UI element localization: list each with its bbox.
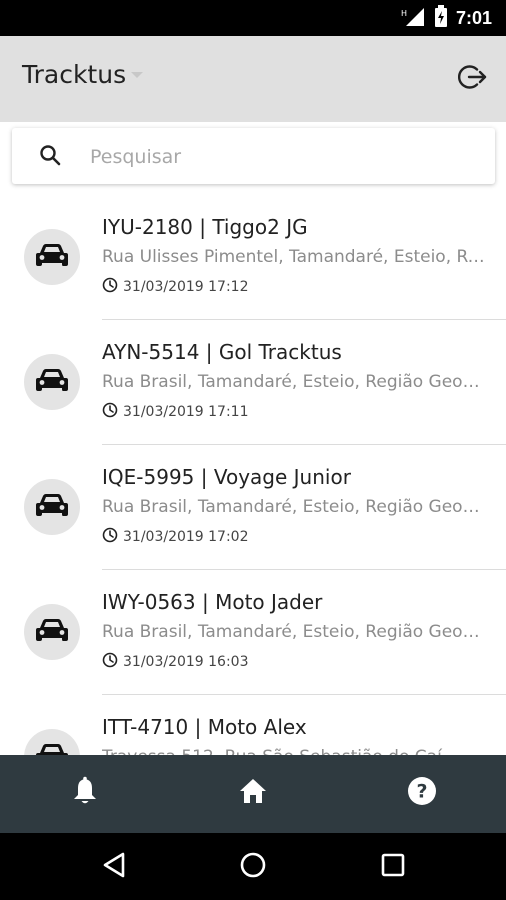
vehicle-address: Rua Brasil, Tamandaré, Esteio, Região Ge… <box>102 622 488 642</box>
search-icon <box>38 143 64 169</box>
app-bar: Tracktus <box>0 36 506 122</box>
status-time: 7:01 <box>455 7 492 28</box>
home-icon <box>238 777 268 809</box>
vehicle-list-item[interactable]: ITT-4710 | Moto Alex Travessa 512, Rua S… <box>0 695 506 755</box>
recents-square-icon <box>380 852 406 882</box>
clock-icon <box>102 652 118 672</box>
vehicle-timestamp: 31/03/2019 17:12 <box>123 279 249 295</box>
vehicle-title: ITT-4710 | Moto Alex <box>102 715 307 739</box>
vehicle-time-row: 31/03/2019 17:02 <box>102 527 249 547</box>
bottom-navigation: ? <box>0 755 506 833</box>
vehicle-list-item[interactable]: AYN-5514 | Gol Tracktus Rua Brasil, Tama… <box>0 320 506 445</box>
clock-icon <box>102 402 118 422</box>
vehicle-list-item[interactable]: IQE-5995 | Voyage Junior Rua Brasil, Tam… <box>0 445 506 570</box>
car-icon <box>35 492 69 522</box>
car-icon <box>35 367 69 397</box>
vehicle-timestamp: 31/03/2019 17:11 <box>123 404 249 420</box>
vehicle-avatar <box>24 604 80 660</box>
vehicle-timestamp: 31/03/2019 16:03 <box>123 654 249 670</box>
home-button[interactable] <box>233 773 273 813</box>
vehicle-title: IYU-2180 | Tiggo2 JG <box>102 215 308 239</box>
vehicle-avatar <box>24 354 80 410</box>
vehicle-address: Rua Brasil, Tamandaré, Esteio, Região Ge… <box>102 497 488 517</box>
svg-text:H: H <box>401 9 407 18</box>
back-button[interactable] <box>94 847 134 887</box>
clock-icon <box>102 527 118 547</box>
svg-text:?: ? <box>416 781 427 803</box>
account-selector[interactable]: Tracktus <box>22 60 144 89</box>
vehicle-time-row: 31/03/2019 16:03 <box>102 652 249 672</box>
battery-icon <box>434 5 448 31</box>
vehicle-timestamp: 31/03/2019 17:02 <box>123 529 249 545</box>
status-bar: H 7:01 <box>0 0 506 36</box>
vehicle-list: IYU-2180 | Tiggo2 JG Rua Ulisses Pimente… <box>0 195 506 755</box>
vehicle-title: AYN-5514 | Gol Tracktus <box>102 340 342 364</box>
help-icon: ? <box>407 776 437 810</box>
help-button[interactable]: ? <box>402 773 442 813</box>
vehicle-address: Rua Ulisses Pimentel, Tamandaré, Esteio,… <box>102 247 488 267</box>
vehicle-avatar <box>24 479 80 535</box>
car-icon <box>35 742 69 755</box>
signal-icon: H <box>400 6 426 30</box>
car-icon <box>35 242 69 272</box>
vehicle-address: Rua Brasil, Tamandaré, Esteio, Região Ge… <box>102 372 488 392</box>
vehicle-address: Travessa 512, Rua São Sebastião do Caí <box>102 747 488 755</box>
car-icon <box>35 617 69 647</box>
vehicle-title: IQE-5995 | Voyage Junior <box>102 465 351 489</box>
recents-button[interactable] <box>373 847 413 887</box>
search-input[interactable] <box>88 138 482 176</box>
notifications-button[interactable] <box>65 773 105 813</box>
system-navigation-bar <box>0 833 506 900</box>
home-circle-icon <box>239 851 267 883</box>
vehicle-avatar <box>24 729 80 755</box>
vehicle-time-row: 31/03/2019 17:12 <box>102 277 249 297</box>
dropdown-arrow-icon <box>130 65 144 84</box>
vehicle-title: IWY-0563 | Moto Jader <box>102 590 323 614</box>
vehicle-avatar <box>24 229 80 285</box>
logout-button[interactable] <box>456 62 490 96</box>
search-bar <box>12 128 495 184</box>
vehicle-list-item[interactable]: IYU-2180 | Tiggo2 JG Rua Ulisses Pimente… <box>0 195 506 320</box>
vehicle-list-item[interactable]: IWY-0563 | Moto Jader Rua Brasil, Tamand… <box>0 570 506 695</box>
clock-icon <box>102 277 118 297</box>
logout-icon <box>458 62 488 96</box>
bell-icon <box>71 776 99 810</box>
home-system-button[interactable] <box>233 847 273 887</box>
back-triangle-icon <box>101 851 127 883</box>
vehicle-time-row: 31/03/2019 17:11 <box>102 402 249 422</box>
app-title: Tracktus <box>22 60 127 89</box>
